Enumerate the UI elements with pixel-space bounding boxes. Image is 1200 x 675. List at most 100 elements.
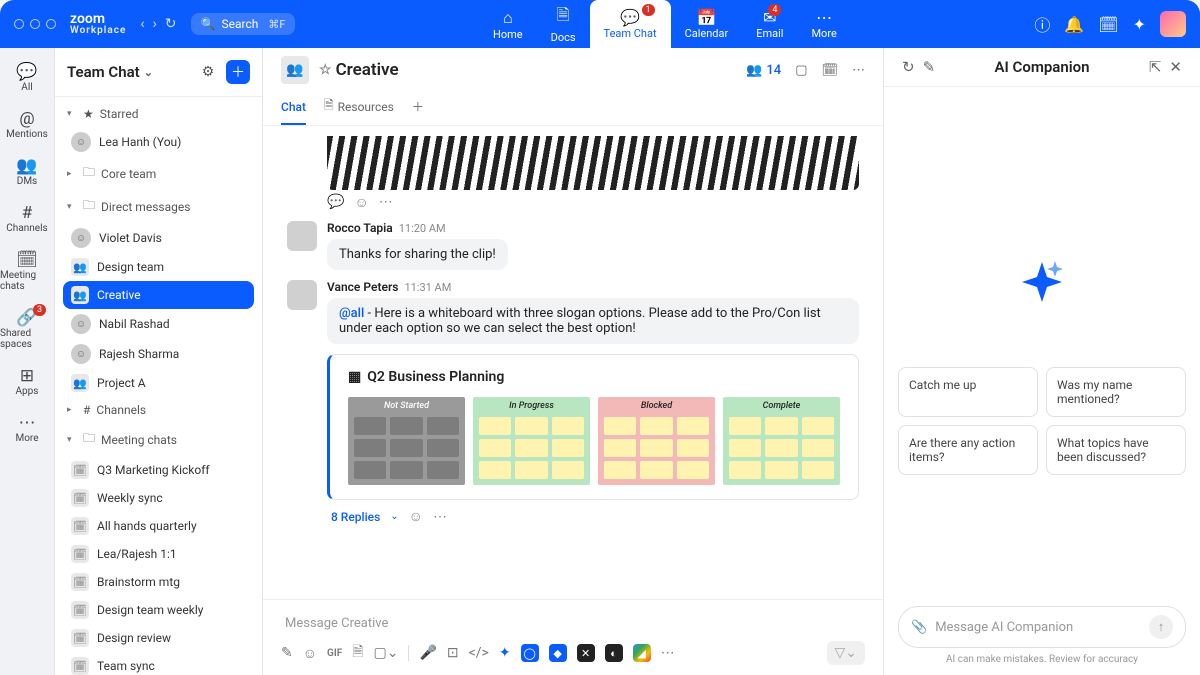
sb-section[interactable]: ▸🗀Core team (63, 157, 254, 190)
tab-chat[interactable]: Chat (281, 90, 306, 125)
sidebar-item[interactable]: 🗓Weekly sync (63, 484, 254, 512)
history-icon[interactable]: ↻ (165, 16, 177, 32)
sidebar-item[interactable]: 🗓Design review (63, 624, 254, 652)
gif-button[interactable]: GIF (327, 648, 342, 659)
sidebar-item[interactable]: ☺Violet Davis (63, 223, 254, 253)
people-count[interactable]: 👥14 (746, 63, 781, 78)
sb-section[interactable]: ▾🗀Direct messages (63, 190, 254, 223)
sidebar-item[interactable]: 🗓All hands quarterly (63, 512, 254, 540)
ai-prompt-card[interactable]: Are there any action items? (898, 425, 1038, 475)
rail-more[interactable]: ⋯More (0, 407, 54, 450)
sidebar-item[interactable]: 👥Project A (63, 369, 254, 397)
nav-back-icon[interactable]: ‹ (140, 16, 144, 32)
new-chat-button[interactable]: ＋ (226, 60, 250, 84)
kanban-column: In Progress (473, 397, 590, 485)
search-input[interactable]: 🔍 Search ⌘F (191, 13, 296, 35)
app-chip-5[interactable]: ◢ (633, 644, 651, 662)
video-icon[interactable]: ▢ (795, 63, 807, 78)
format-icon[interactable]: ✎ (281, 645, 293, 661)
ai-prompt-card[interactable]: Catch me up (898, 367, 1038, 417)
bell-icon[interactable]: 🔔 (1064, 15, 1084, 34)
sb-section[interactable]: ▾🗀Meeting chats (63, 423, 254, 456)
sparkle-icon[interactable]: ✦ (1133, 15, 1146, 34)
schedule-icon[interactable]: 🗓 (821, 63, 838, 78)
sidebar-item[interactable]: ☺Lea Hanh (You) (63, 127, 254, 157)
whiteboard-card[interactable]: ▦Q2 Business Planning Not StartedIn Prog… (327, 354, 859, 500)
rail-meeting-chats[interactable]: 🗓Meeting chats (0, 244, 54, 298)
sidebar-item[interactable]: 👥Creative (63, 281, 254, 309)
sidebar-item[interactable]: 🗓Brainstorm mtg (63, 568, 254, 596)
rail-mentions[interactable]: @Mentions (0, 103, 54, 146)
sidebar-item[interactable]: 🗓Lea/Rajesh 1:1 (63, 540, 254, 568)
send-button[interactable]: ▽⌄ (827, 641, 866, 665)
video-record-icon[interactable]: ⊡ (447, 645, 459, 661)
sidebar-item[interactable]: 🗓Team sync (63, 652, 254, 675)
audio-icon[interactable]: 🎤 (419, 645, 436, 661)
topnav-docs[interactable]: 🗎Docs (537, 0, 590, 48)
reply-icon[interactable]: 💬 (327, 194, 344, 211)
app-chip-1[interactable]: ◯ (521, 644, 539, 662)
search-icon: 🔍 (201, 17, 216, 31)
popout-icon[interactable]: ⇱ (1149, 58, 1162, 76)
tab-resources[interactable]: 🗎Resources (324, 90, 394, 125)
rail-channels[interactable]: #Channels (0, 197, 54, 240)
react-icon[interactable]: ☺ (354, 194, 368, 211)
file-icon[interactable]: 🗎 (352, 641, 363, 665)
code-icon[interactable]: </> (469, 645, 489, 661)
message-input[interactable]: Message Creative (281, 610, 865, 641)
more-icon[interactable]: ⋯ (852, 63, 865, 78)
shared-image[interactable] (327, 136, 859, 190)
more-icon[interactable]: ⋯ (433, 509, 447, 525)
sidebar-title[interactable]: Team Chat ⌄ (67, 63, 153, 81)
user-avatar[interactable] (1160, 11, 1186, 37)
filter-icon[interactable]: ⚙ (196, 60, 220, 84)
topnav-team-chat[interactable]: 💬Team Chat1 (590, 0, 671, 48)
kanban-column: Blocked (598, 397, 715, 485)
app-chip-3[interactable]: ✕ (577, 644, 595, 662)
ai-input[interactable]: 📎 Message AI Companion ↑ (898, 606, 1186, 648)
react-icon[interactable]: ☺ (409, 508, 423, 525)
channel-title[interactable]: ☆ Creative (319, 60, 399, 80)
screenshot-icon[interactable]: ▢⌄ (374, 645, 399, 661)
topnav-calendar[interactable]: 📅Calendar (671, 0, 743, 48)
sidebar-item[interactable]: 👥Design team (63, 253, 254, 281)
close-icon[interactable]: ✕ (1169, 58, 1182, 76)
sb-section[interactable]: ▸#Channels (63, 397, 254, 423)
topnav-home[interactable]: ⌂Home (479, 0, 537, 48)
app-logo: zoom Workplace (70, 12, 126, 36)
help-icon[interactable]: ⓘ (1034, 12, 1050, 36)
replies-link[interactable]: 8 Replies (331, 510, 380, 524)
mention[interactable]: @all (339, 306, 364, 321)
top-nav: ⌂Home🗎Docs💬Team Chat1📅Calendar✉Email4⋯Mo… (295, 0, 1034, 48)
rail-apps[interactable]: ⊞Apps (0, 360, 54, 403)
calendar-icon[interactable]: 🗓 (1098, 15, 1118, 34)
ai-send-button[interactable]: ↑ (1149, 615, 1173, 639)
more-apps-icon[interactable]: ⋯ (661, 645, 675, 661)
rail-shared-spaces[interactable]: 🔗Shared spaces3 (0, 302, 54, 356)
rail-dms[interactable]: 👥DMs (0, 150, 54, 193)
app-chip-2[interactable]: ◆ (549, 644, 567, 662)
avatar[interactable] (287, 280, 317, 310)
nav-forward-icon[interactable]: › (153, 16, 157, 32)
ai-prompt-card[interactable]: Was my name mentioned? (1046, 367, 1186, 417)
tab-add[interactable]: ＋ (412, 90, 424, 125)
emoji-icon[interactable]: ☺ (303, 645, 317, 662)
more-icon[interactable]: ⋯ (379, 194, 393, 211)
attach-icon[interactable]: 📎 (911, 620, 927, 635)
rail-all[interactable]: 💬All (0, 56, 54, 99)
history-icon[interactable]: ↻ (902, 58, 915, 76)
ai-prompt-card[interactable]: What topics have been discussed? (1046, 425, 1186, 475)
edit-icon[interactable]: ✎ (923, 58, 936, 76)
topnav-email[interactable]: ✉Email4 (742, 0, 797, 48)
sidebar-item[interactable]: 🗓Q3 Marketing Kickoff (63, 456, 254, 484)
kanban-column: Complete (723, 397, 840, 485)
ai-sparkle-icon[interactable]: ✦ (499, 645, 511, 661)
sidebar-item[interactable]: ☺Rajesh Sharma (63, 339, 254, 369)
sb-section[interactable]: ▾★Starred (63, 101, 254, 127)
avatar[interactable] (287, 221, 317, 251)
sidebar-item[interactable]: ☺Nabil Rashad (63, 309, 254, 339)
topnav-more[interactable]: ⋯More (797, 0, 850, 48)
sidebar-item[interactable]: 🗓Design team weekly (63, 596, 254, 624)
app-chip-4[interactable]: ◐ (605, 644, 623, 662)
window-controls[interactable] (14, 19, 56, 29)
